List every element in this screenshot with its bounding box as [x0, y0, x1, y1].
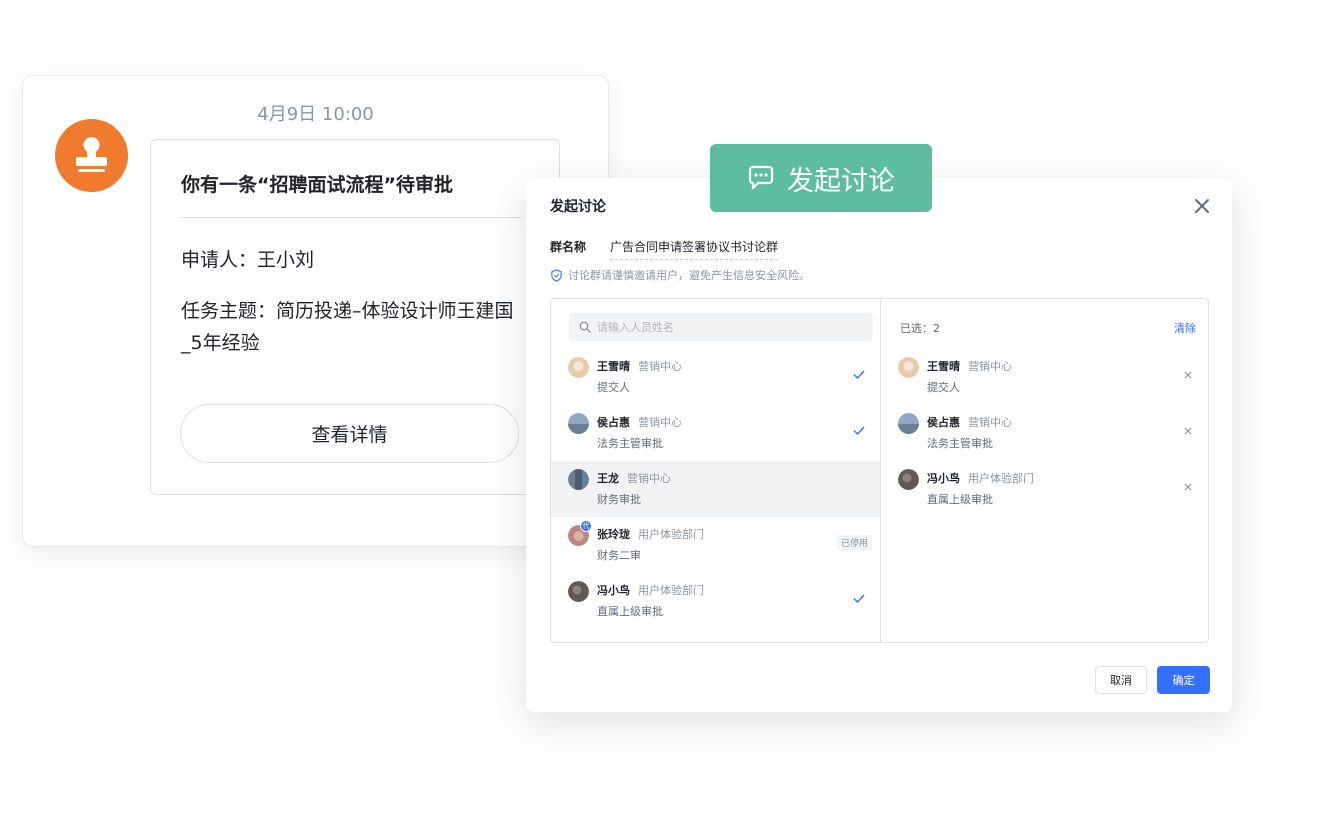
member-dept: 用户体验部门	[638, 528, 704, 541]
selected-row-2: 冯小鸟 用户体验部门 直属上级审批	[882, 461, 1208, 517]
security-hint-text: 讨论群请谨慎邀请用户，避免产生信息安全风险。	[568, 269, 810, 282]
selected-row-0: 王雪晴 营销中心 提交人	[882, 349, 1208, 405]
start-discussion-dialog: 发起讨论 群名称 广告合同申请签署协议书讨论群 讨论群请谨慎邀请用户，避免产生信…	[526, 178, 1232, 712]
stamp-icon	[76, 137, 107, 172]
member-avatar	[898, 357, 919, 378]
group-name-field[interactable]: 广告合同申请签署协议书讨论群	[610, 238, 779, 260]
member-role: 直属上级审批	[927, 493, 993, 506]
selected-panel: 已选：2 清除 王雪晴 营销中心 提交人 侯占惠 营销中心 法务主管审批 冯小鸟 用户…	[882, 299, 1208, 642]
message-subject: 任务主题：简历投递–体验设计师王建国_5年经验	[181, 300, 514, 354]
selected-count: 已选：2	[900, 322, 940, 335]
member-dept: 用户体验部门	[968, 472, 1034, 485]
approval-message-card: 4月9日 10:00 你有一条“招聘面试流程”待审批 申请人：王小刘 任务主题：…	[22, 75, 609, 547]
member-dept: 用户体验部门	[638, 584, 704, 597]
member-row-0[interactable]: 王雪晴 营销中心 提交人	[551, 349, 880, 405]
member-search[interactable]	[569, 313, 873, 341]
member-row-1[interactable]: 侯占惠 营销中心 法务主管审批	[551, 405, 880, 461]
member-dept: 营销中心	[627, 472, 671, 485]
member-picker: 王雪晴营销中心 提交人 侯占惠营销中心 法务主管审批 王龙营销中心 财务审批 代…	[550, 298, 1209, 643]
confirm-button[interactable]: 确定	[1157, 666, 1210, 694]
member-role: 法务主管审批	[927, 437, 993, 450]
member-avatar	[568, 357, 589, 378]
member-search-input[interactable]	[597, 320, 857, 334]
message-time: 4月9日 10:00	[257, 104, 374, 125]
close-icon	[1195, 199, 1209, 213]
clear-selection-link[interactable]: 清除	[1174, 320, 1196, 336]
member-dept: 营销中心	[638, 360, 682, 373]
shield-check-icon	[551, 268, 562, 282]
message-bubble: 你有一条“招聘面试流程”待审批 申请人：王小刘 任务主题：简历投递–体验设计师王…	[150, 139, 560, 495]
member-avatar	[568, 469, 589, 490]
remove-icon	[1184, 427, 1192, 435]
member-name: 王雪晴	[927, 360, 960, 373]
check-icon	[853, 370, 865, 380]
start-discussion-badge[interactable]: 发起讨论	[710, 144, 932, 212]
member-name: 王雪晴	[597, 360, 630, 373]
member-role: 法务主管审批	[597, 437, 663, 450]
member-dept: 营销中心	[968, 416, 1012, 429]
member-role: 提交人	[927, 381, 960, 394]
member-name: 王龙	[597, 472, 619, 485]
approval-bot-avatar	[55, 119, 128, 192]
member-name: 张玲珑	[597, 528, 630, 541]
member-avatar	[898, 413, 919, 434]
view-details-button[interactable]: 查看详情	[180, 404, 519, 463]
remove-icon	[1184, 483, 1192, 491]
member-dept: 营销中心	[638, 416, 682, 429]
check-icon	[853, 426, 865, 436]
member-role: 提交人	[597, 381, 630, 394]
group-name-label: 群名称	[550, 240, 587, 254]
chat-bubble-icon	[748, 165, 774, 190]
member-row-2[interactable]: 王龙 营销中心 财务审批	[551, 461, 880, 517]
member-name: 冯小鸟	[927, 472, 960, 485]
member-name: 冯小鸟	[597, 584, 630, 597]
check-icon	[853, 594, 865, 604]
member-avatar	[898, 469, 919, 490]
disabled-tag: 已停用	[836, 535, 872, 550]
search-icon	[579, 321, 591, 333]
dialog-title: 发起讨论	[550, 199, 606, 215]
member-list-panel: 王雪晴营销中心 提交人 侯占惠营销中心 法务主管审批 王龙营销中心 财务审批 代…	[551, 299, 881, 642]
member-row-4[interactable]: 冯小鸟 用户体验部门 直属上级审批	[551, 573, 880, 629]
member-row-3[interactable]: 代 张玲珑 用户体验部门 财务二审 已停用	[551, 517, 880, 573]
member-role: 直属上级审批	[597, 605, 663, 618]
message-divider	[181, 217, 521, 218]
close-button[interactable]	[1190, 194, 1214, 218]
member-name: 侯占惠	[597, 416, 630, 429]
member-role: 财务二审	[597, 549, 641, 562]
member-name: 侯占惠	[927, 416, 960, 429]
selected-row-1: 侯占惠 营销中心 法务主管审批	[882, 405, 1208, 461]
member-avatar	[568, 413, 589, 434]
security-hint: 讨论群请谨慎邀请用户，避免产生信息安全风险。	[550, 267, 810, 283]
proxy-badge: 代	[580, 520, 592, 532]
member-role: 财务审批	[597, 493, 641, 506]
message-applicant: 申请人：王小刘	[181, 249, 315, 271]
start-discussion-label: 发起讨论	[787, 165, 895, 197]
cancel-button[interactable]: 取消	[1095, 666, 1147, 694]
member-dept: 营销中心	[968, 360, 1012, 373]
remove-icon	[1184, 371, 1192, 379]
member-avatar	[568, 581, 589, 602]
message-title: 你有一条“招聘面试流程”待审批	[181, 174, 453, 196]
